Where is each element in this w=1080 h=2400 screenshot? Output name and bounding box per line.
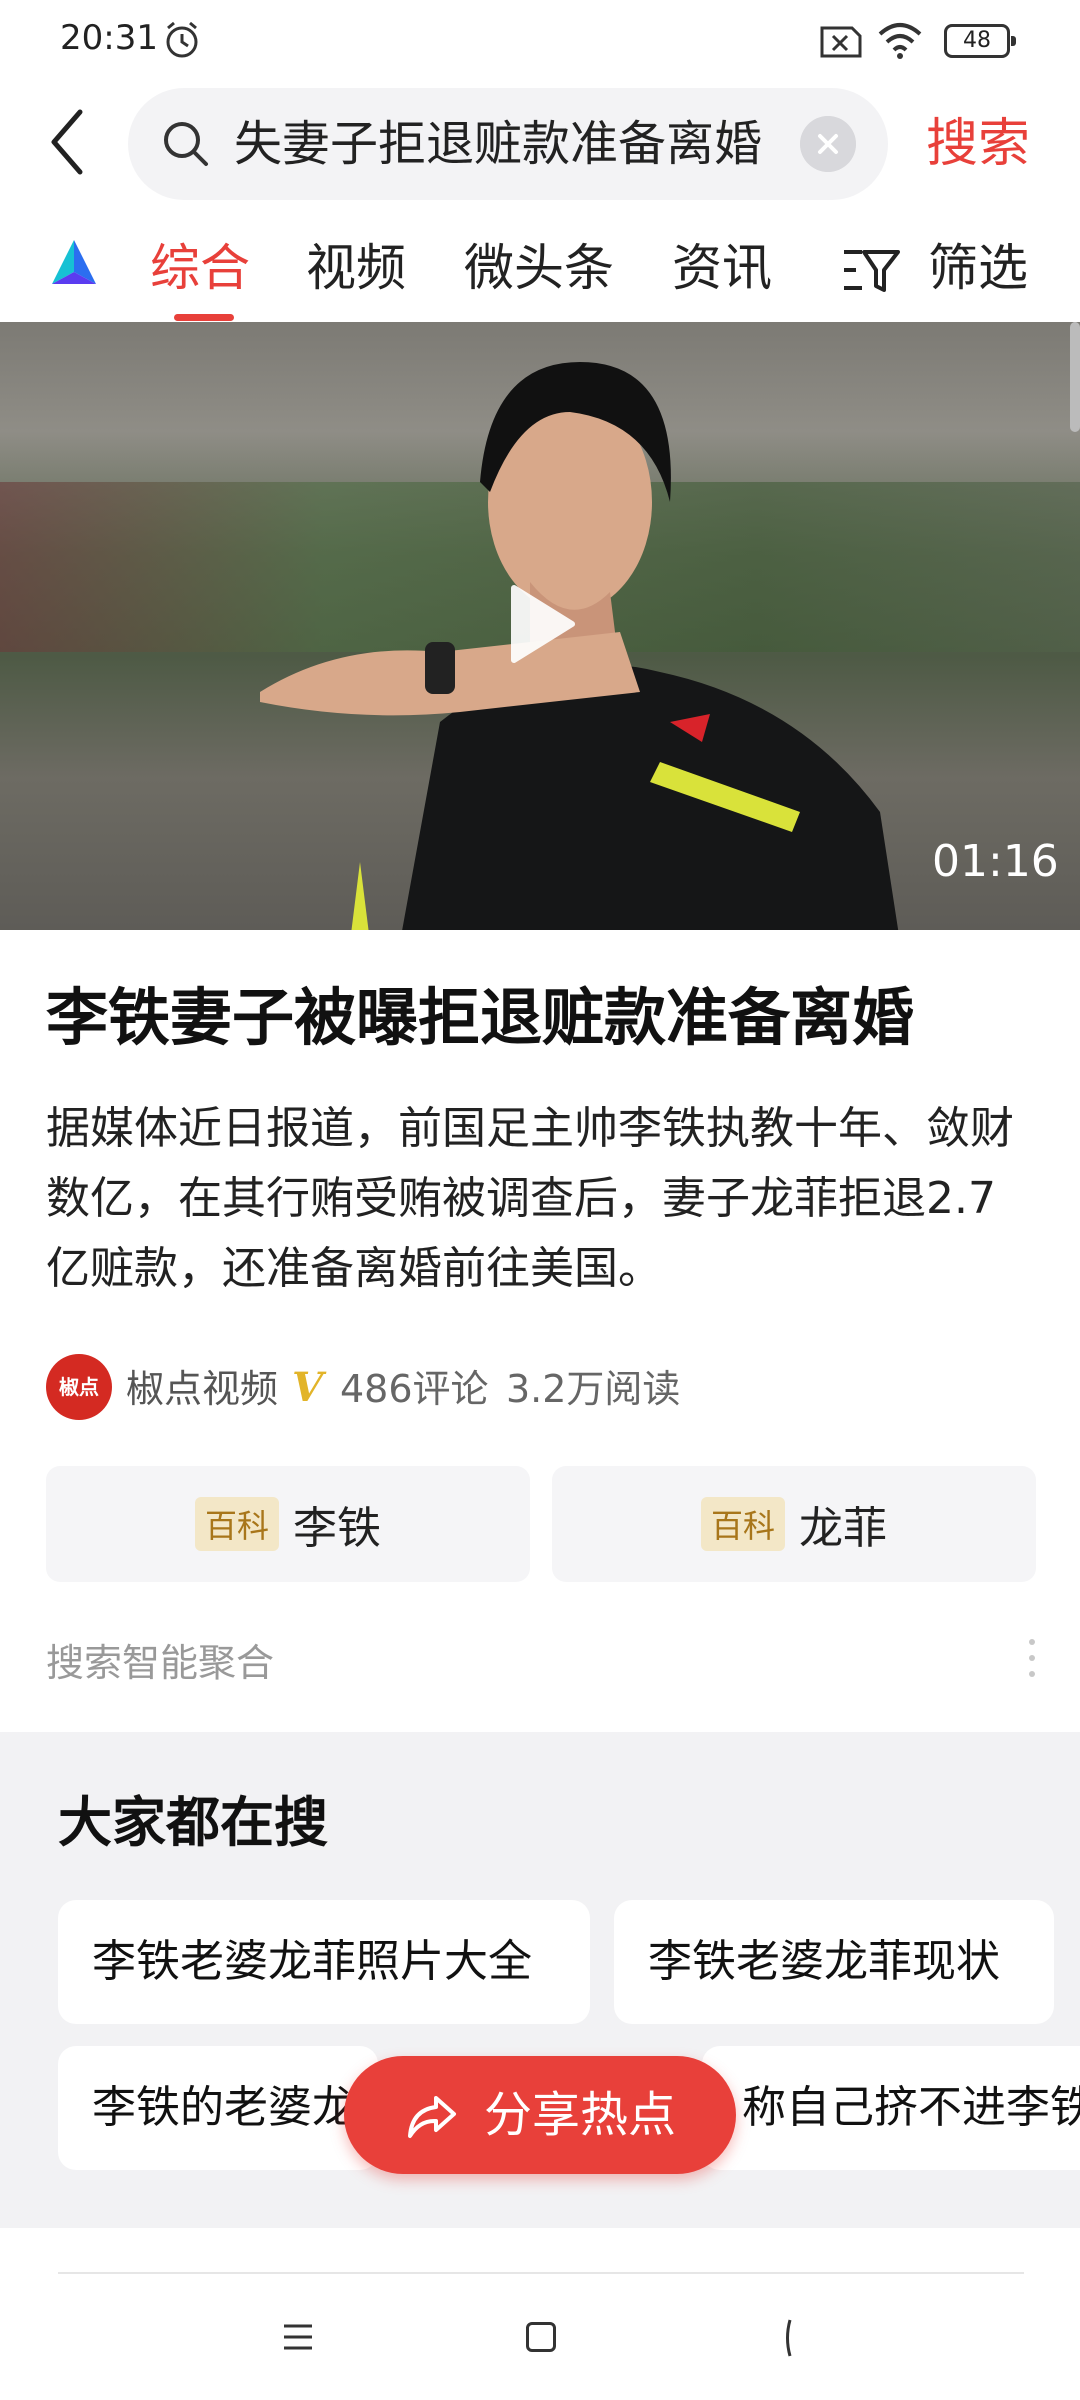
source-avatar[interactable]: 椒点 <box>46 1354 112 1420</box>
more-options-icon[interactable] <box>1026 1636 1038 1680</box>
wifi-icon <box>878 23 922 59</box>
tab-news[interactable]: 资讯 <box>672 236 772 300</box>
search-box[interactable]: 失妻子拒退赃款准备离婚 <box>128 88 888 200</box>
baike-card-long-fei[interactable]: 百科 龙菲 <box>552 1466 1036 1582</box>
video-thumbnail-image <box>260 362 899 930</box>
read-count: 3.2万阅读 <box>506 1367 681 1411</box>
battery-level: 48 <box>963 28 991 53</box>
active-tab-indicator <box>174 314 234 321</box>
sim-card-icon <box>820 26 862 58</box>
hot-search-chip[interactable]: 李铁老婆龙菲照片大全 <box>58 1900 590 2024</box>
baike-name: 李铁 <box>293 1503 381 1554</box>
source-name[interactable]: 椒点视频 <box>126 1358 278 1413</box>
baike-name: 龙菲 <box>799 1503 887 1554</box>
baike-card-li-tie[interactable]: 百科 李铁 <box>46 1466 530 1582</box>
recent-apps-icon[interactable] <box>282 2322 314 2352</box>
video-player[interactable]: 01:16 <box>0 322 1080 930</box>
hot-searches-title: 大家都在搜 <box>58 1791 328 1854</box>
hot-search-chip[interactable]: 称自己挤不进李铁 <box>702 2046 1080 2170</box>
comment-count: 486评论 <box>340 1367 489 1411</box>
hot-search-chip[interactable]: 李铁老婆龙菲现状 <box>614 1900 1054 2024</box>
article-title[interactable]: 李铁妻子被曝拒退赃款准备离婚 <box>46 980 914 1056</box>
scrollbar[interactable] <box>1070 322 1080 432</box>
nav-back-icon[interactable] <box>784 2318 792 2358</box>
verified-badge-icon: V <box>292 1364 324 1411</box>
share-icon <box>408 2096 456 2138</box>
status-bar: 20:31 48 <box>0 0 1080 84</box>
alarm-icon <box>166 21 198 58</box>
tab-filter[interactable]: 筛选 <box>928 236 1028 300</box>
baike-tag: 百科 <box>700 1497 785 1551</box>
home-icon[interactable] <box>526 2322 556 2352</box>
video-duration: 01:16 <box>932 836 1059 887</box>
search-input[interactable]: 失妻子拒退赃款准备离婚 <box>234 116 794 172</box>
tab-video[interactable]: 视频 <box>306 236 406 300</box>
search-button[interactable]: 搜索 <box>926 110 1030 178</box>
hot-search-chip[interactable]: 李铁的老婆龙 <box>58 2046 378 2170</box>
status-time: 20:31 <box>60 18 158 58</box>
back-arrow-icon[interactable] <box>42 104 94 180</box>
tab-comprehensive[interactable]: 综合 <box>150 236 250 300</box>
search-brand-logo <box>52 240 96 284</box>
tab-micro-headline[interactable]: 微头条 <box>464 236 614 300</box>
share-hot-button[interactable]: 分享热点 <box>344 2056 736 2174</box>
play-icon[interactable] <box>508 582 578 666</box>
share-hot-label: 分享热点 <box>484 2087 677 2143</box>
search-icon <box>164 122 208 166</box>
article-summary[interactable]: 据媒体近日报道，前国足主帅李铁执教十年、敛财数亿，在其行贿受贿被调查后，妻子龙菲… <box>46 1094 1036 1304</box>
clear-icon[interactable] <box>800 116 856 172</box>
battery-icon: 48 <box>944 24 1016 58</box>
divider <box>58 2272 1024 2274</box>
baike-tag: 百科 <box>194 1497 279 1551</box>
filter-icon[interactable] <box>842 246 900 294</box>
aggregate-label: 搜索智能聚合 <box>46 1641 275 1685</box>
category-tabs: 综合 视频 微头条 资讯 筛选 <box>0 226 1080 322</box>
